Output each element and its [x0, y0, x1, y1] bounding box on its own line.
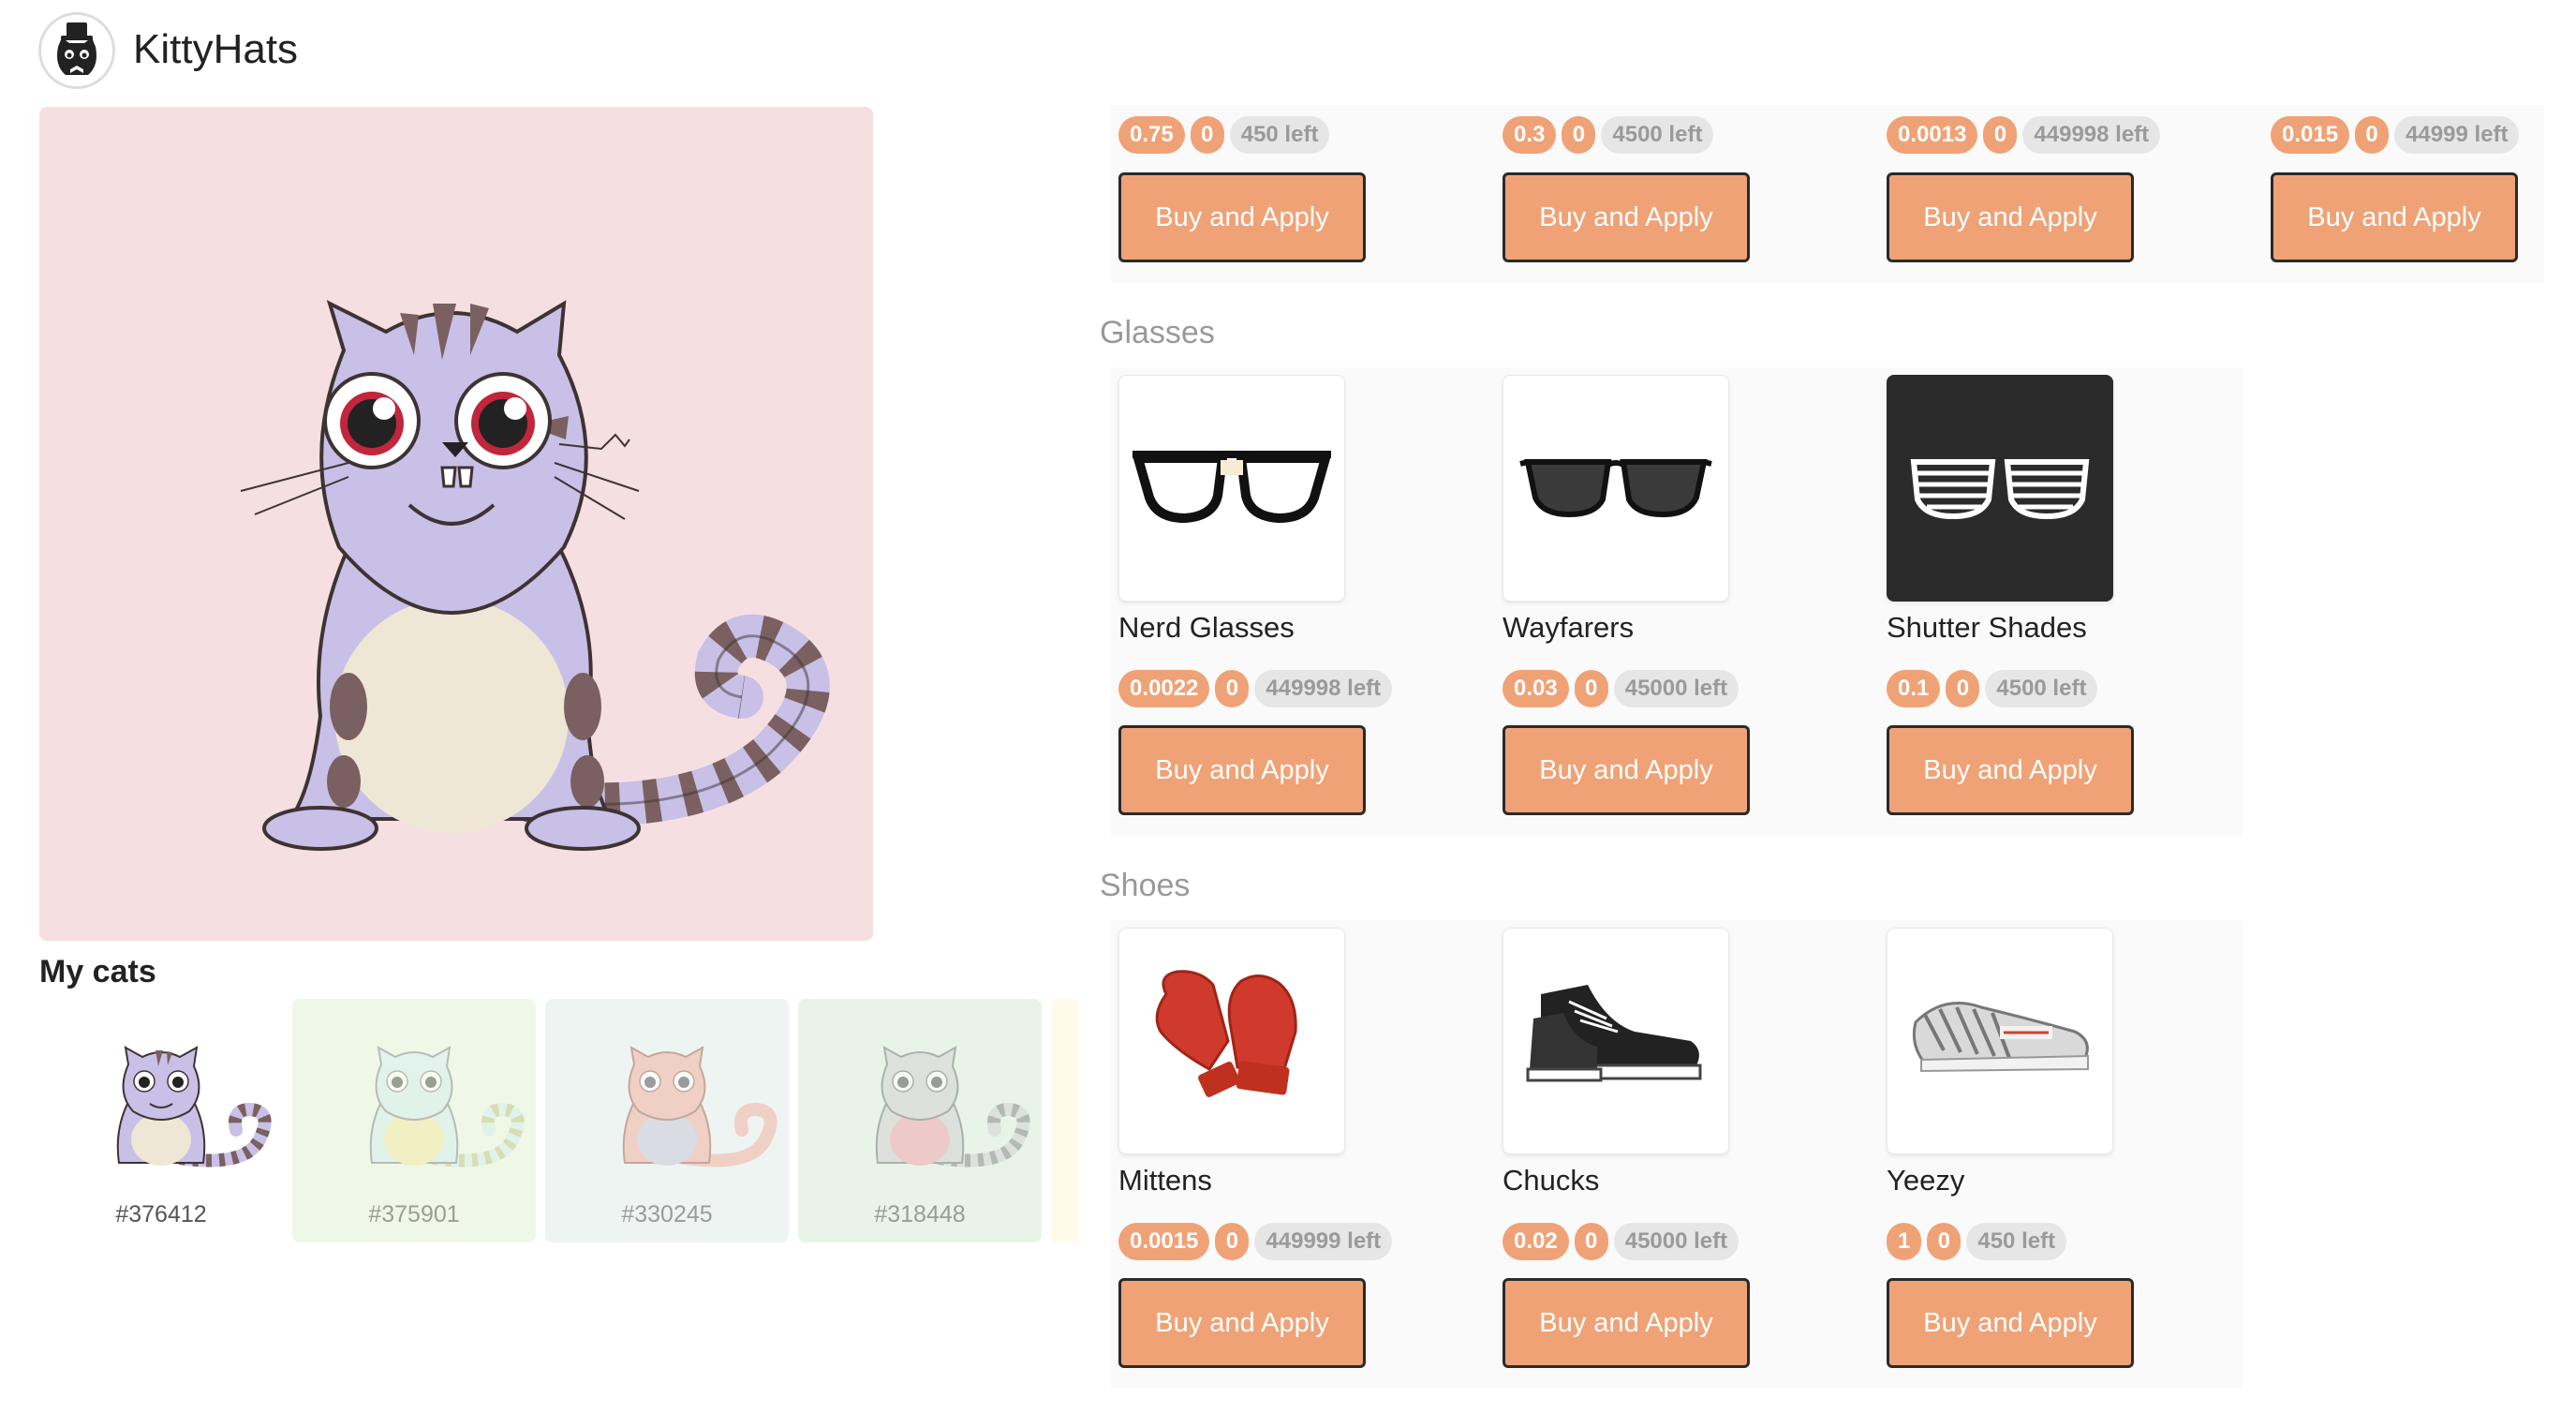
my-cats-heading: My cats: [39, 954, 156, 989]
price-row: 0.1 0 4500 left: [1887, 670, 2098, 707]
price-badge: 0.0015: [1118, 1223, 1210, 1260]
buy-and-apply-button[interactable]: Buy and Apply: [1118, 172, 1366, 262]
item-name: Chucks: [1503, 1164, 1600, 1197]
price-row: 0.0022 0 449998 left: [1118, 670, 1393, 707]
my-cat-card-overflow: [1051, 999, 1079, 1242]
mittens-icon: [1155, 970, 1297, 1097]
item-name: Nerd Glasses: [1118, 611, 1295, 644]
my-cat-card[interactable]: #376412: [39, 999, 283, 1242]
stock-left-badge: 4500 left: [1985, 670, 2098, 707]
cat-id-label: #376412: [115, 1201, 207, 1227]
item-image-nerd-glasses[interactable]: [1118, 375, 1345, 602]
owned-count-badge: 0: [1946, 670, 1980, 707]
owned-count-badge: 0: [1983, 116, 2018, 154]
stock-left-badge: 450 left: [1966, 1223, 2067, 1260]
cat-id-label: #375901: [368, 1201, 460, 1227]
price-badge: 0.03: [1503, 670, 1569, 707]
my-cat-card[interactable]: #330245: [545, 999, 789, 1242]
stock-left-badge: 449998 left: [2022, 116, 2161, 154]
buy-and-apply-button[interactable]: Buy and Apply: [1887, 1278, 2134, 1368]
buy-and-apply-button[interactable]: Buy and Apply: [1503, 725, 1750, 815]
item-name: Shutter Shades: [1887, 611, 2087, 644]
price-row: 0.03 0 45000 left: [1503, 670, 1740, 707]
stock-left-badge: 449999 left: [1254, 1223, 1393, 1260]
stock-left-badge: 44999 left: [2394, 116, 2520, 154]
price-badge: 0.75: [1118, 116, 1185, 154]
item-image-mittens[interactable]: [1118, 928, 1345, 1154]
owned-count-badge: 0: [1190, 116, 1224, 154]
buy-and-apply-button[interactable]: Buy and Apply: [1118, 1278, 1366, 1368]
owned-count-badge: 0: [2355, 116, 2390, 154]
buy-and-apply-button[interactable]: Buy and Apply: [1887, 172, 2134, 262]
price-row: 0.015 0 44999 left: [2271, 116, 2520, 154]
price-row: 0.75 0 450 left: [1118, 116, 1330, 154]
app-title: KittyHats: [133, 26, 299, 72]
shutter-shades-icon: [1910, 459, 2090, 520]
price-badge: 0.0013: [1887, 116, 1978, 154]
owned-count-badge: 0: [1215, 1223, 1250, 1260]
nerd-glasses-icon: [1133, 451, 1331, 523]
wayfarers-icon: [1519, 459, 1712, 518]
yeezy-icon: [1912, 1002, 2089, 1073]
item-image-chucks[interactable]: [1503, 928, 1729, 1154]
cat-thumbnail: [622, 1046, 777, 1168]
cat-thumbnail: [116, 1046, 272, 1168]
chucks-icon: [1526, 985, 1702, 1082]
stock-left-badge: 449998 left: [1254, 670, 1393, 707]
price-badge: 1: [1887, 1223, 1922, 1260]
buy-and-apply-button[interactable]: Buy and Apply: [1887, 725, 2134, 815]
item-name: Yeezy: [1887, 1164, 1965, 1197]
selected-cat-display: [39, 107, 873, 941]
buy-and-apply-button[interactable]: Buy and Apply: [1503, 172, 1750, 262]
price-row: 0.0015 0 449999 left: [1118, 1223, 1393, 1260]
price-row: 0.02 0 45000 left: [1503, 1223, 1740, 1260]
kittyhats-logo[interactable]: [38, 12, 115, 89]
price-badge: 0.3: [1503, 116, 1557, 154]
item-image-wayfarers[interactable]: [1503, 375, 1729, 602]
price-row: 0.3 0 4500 left: [1503, 116, 1714, 154]
price-row: 0.0013 0 449998 left: [1887, 116, 2161, 154]
buy-and-apply-button[interactable]: Buy and Apply: [1503, 1278, 1750, 1368]
owned-count-badge: 0: [1215, 670, 1250, 707]
stock-left-badge: 450 left: [1229, 116, 1330, 154]
owned-count-badge: 0: [1574, 670, 1608, 707]
my-cat-card[interactable]: #375901: [292, 999, 536, 1242]
buy-and-apply-button[interactable]: Buy and Apply: [2271, 172, 2518, 262]
my-cat-card[interactable]: #318448: [798, 999, 1042, 1242]
section-title-shoes: Shoes: [1100, 868, 1191, 903]
price-row: 1 0 450 left: [1887, 1223, 2067, 1260]
owned-count-badge: 0: [1562, 116, 1596, 154]
owned-count-badge: 0: [1574, 1223, 1608, 1260]
price-badge: 0.0022: [1118, 670, 1210, 707]
stock-left-badge: 45000 left: [1613, 670, 1740, 707]
price-badge: 0.02: [1503, 1223, 1569, 1260]
cat-id-label: #330245: [621, 1201, 713, 1227]
cat-thumbnail: [369, 1046, 525, 1168]
cat-id-label: #318448: [874, 1201, 966, 1227]
stock-left-badge: 45000 left: [1613, 1223, 1740, 1260]
item-name: Wayfarers: [1503, 611, 1635, 644]
stock-left-badge: 4500 left: [1601, 116, 1714, 154]
owned-count-badge: 0: [1927, 1223, 1962, 1260]
price-badge: 0.015: [2271, 116, 2350, 154]
top-hat-cat-icon: [43, 17, 111, 84]
price-badge: 0.1: [1887, 670, 1941, 707]
item-image-shutter-shades[interactable]: [1887, 375, 2113, 602]
buy-and-apply-button[interactable]: Buy and Apply: [1118, 725, 1366, 815]
item-image-yeezy[interactable]: [1887, 928, 2113, 1154]
section-title-glasses: Glasses: [1100, 315, 1215, 350]
cat-illustration: [240, 300, 830, 851]
item-name: Mittens: [1118, 1164, 1212, 1197]
cat-thumbnail: [875, 1046, 1030, 1168]
